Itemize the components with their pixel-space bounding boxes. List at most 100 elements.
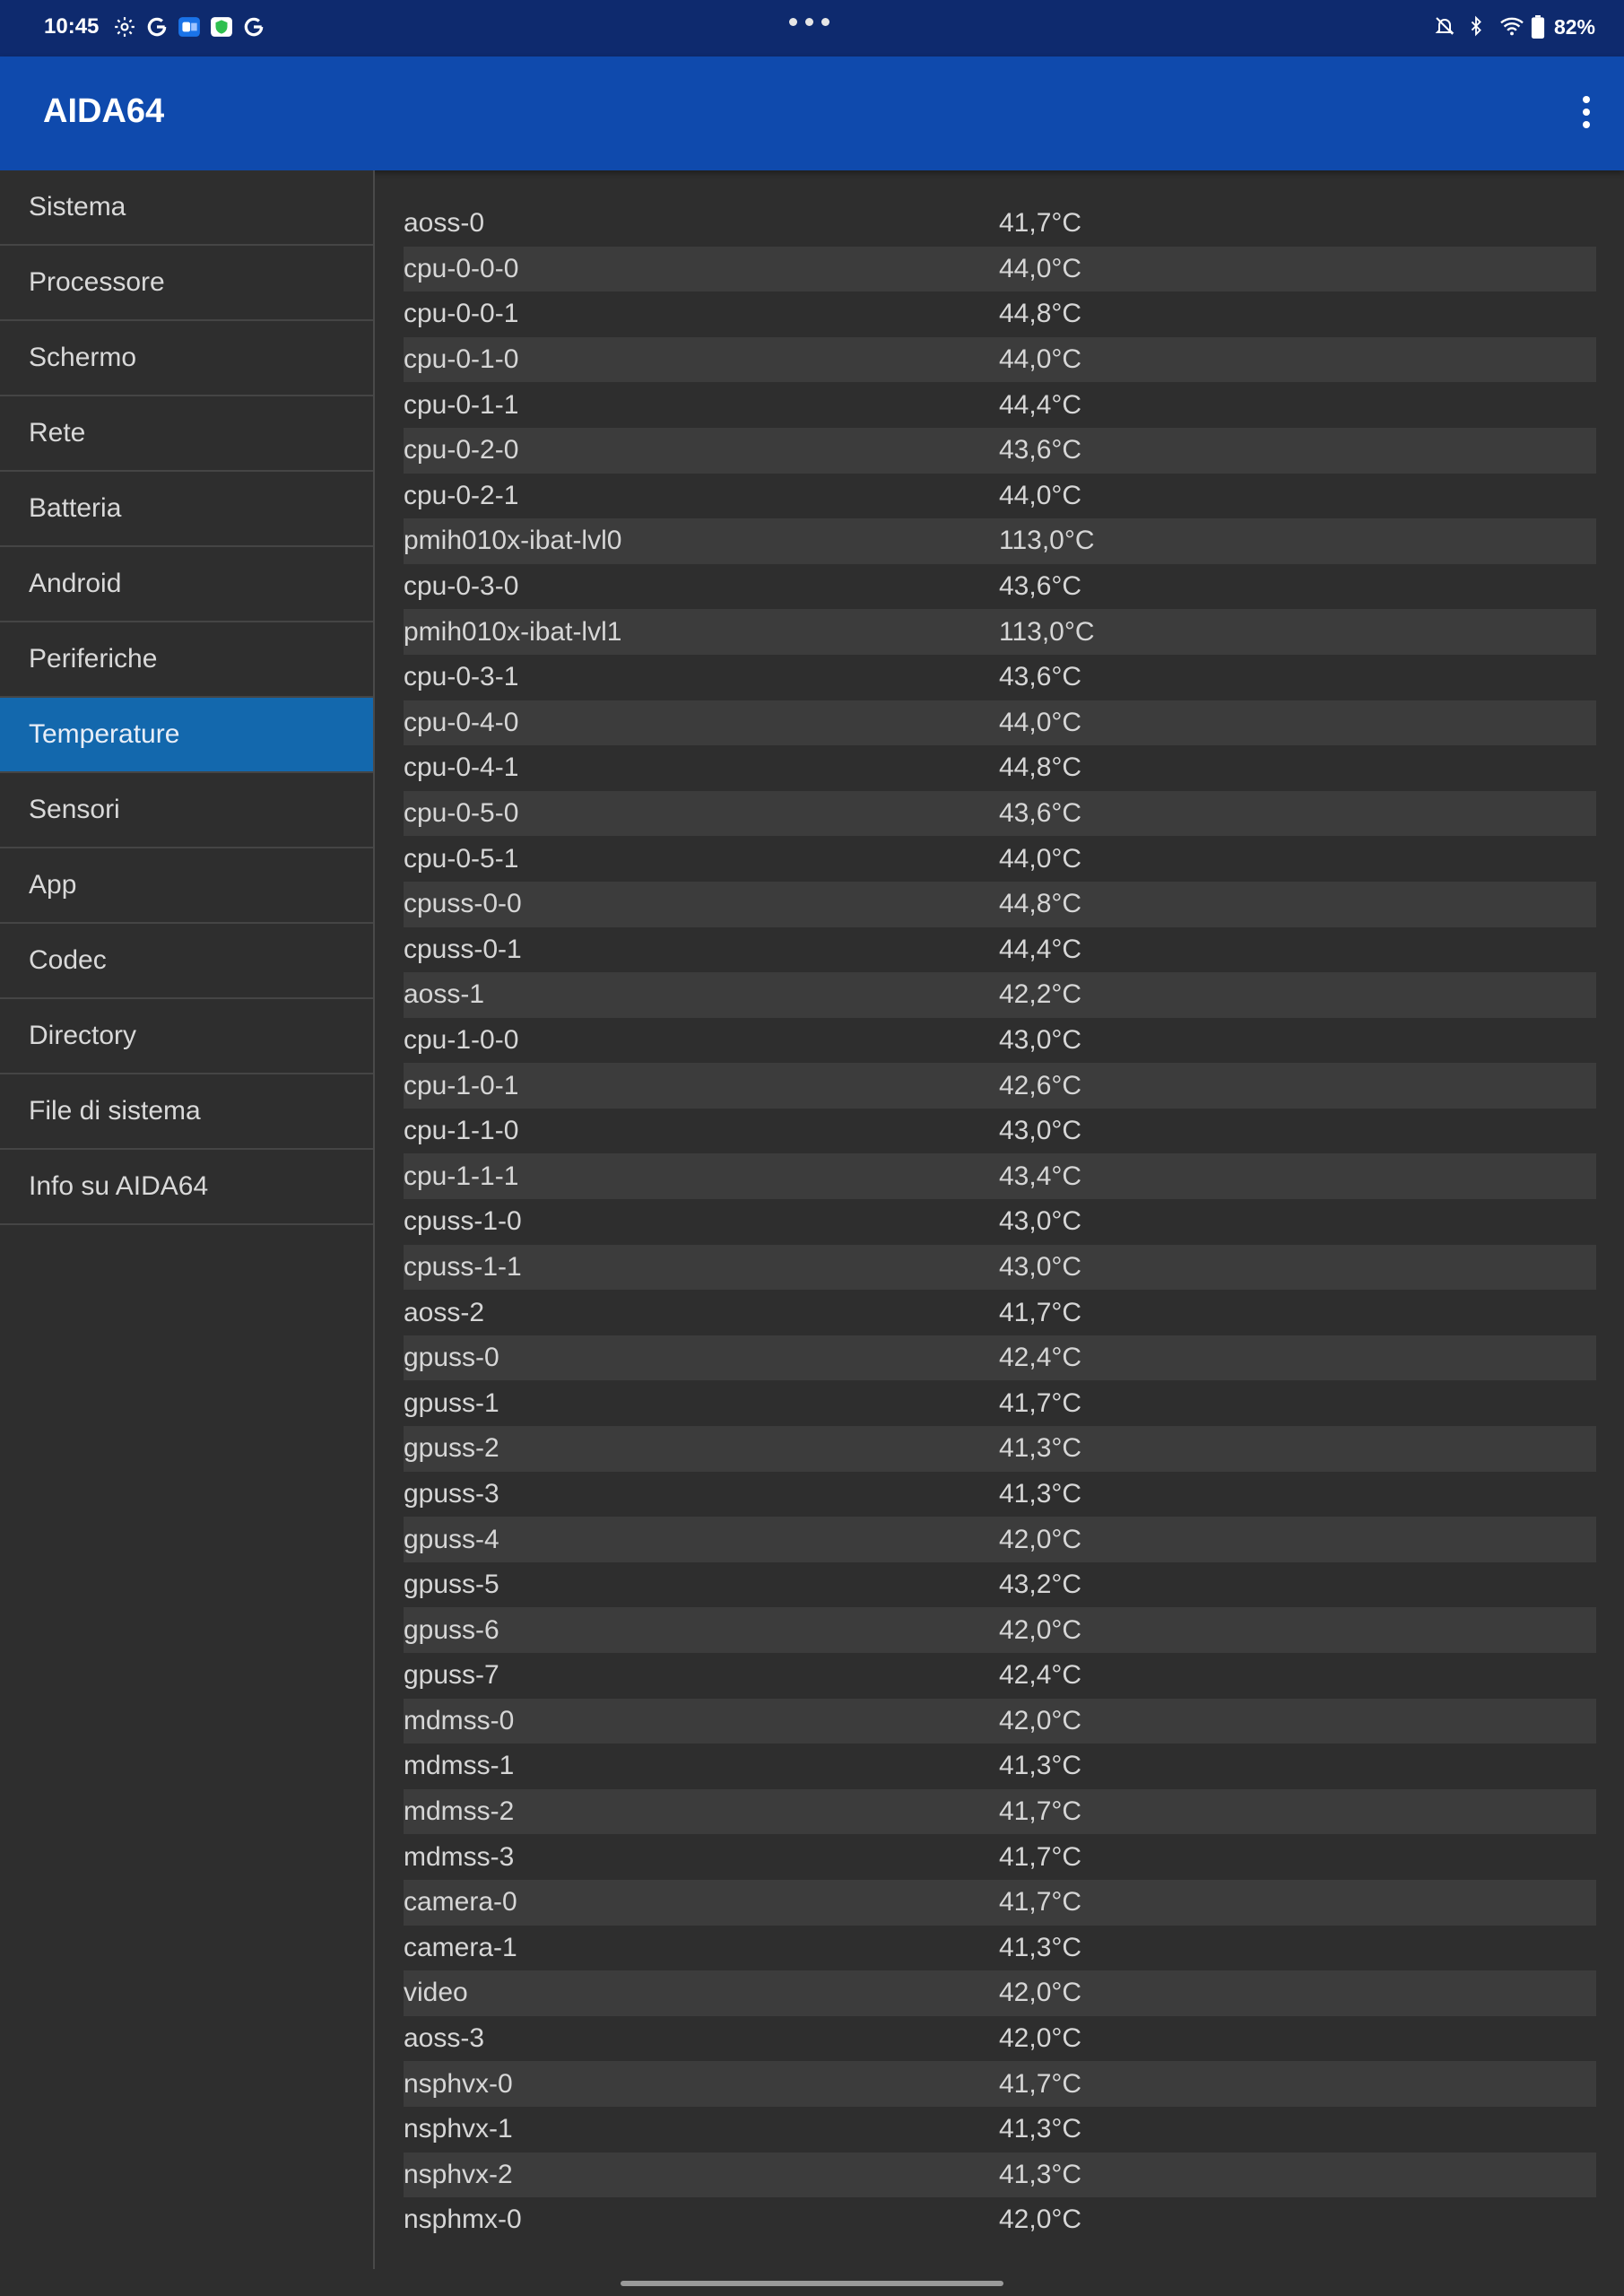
sensor-value: 41,3°C — [999, 1932, 1082, 1962]
sensor-name: mdmss-2 — [404, 1796, 515, 1827]
sensor-value: 44,0°C — [999, 344, 1082, 375]
sensor-name: cpu-1-1-0 — [404, 1116, 519, 1146]
sensor-name: cpu-0-0-1 — [404, 299, 519, 329]
sidebar: Sistema Processore Schermo Rete Batteria Andr… — [0, 170, 375, 2269]
sidebar-item-label: Directory — [29, 1021, 137, 1050]
sidebar-item-info-su-aida64[interactable]: Info su AIDA64 — [0, 1150, 373, 1225]
temperature-row: cpu-0-4-1 44,8°C — [404, 745, 1596, 791]
notification-icons — [113, 13, 265, 40]
temperature-row: camera-0 41,7°C — [404, 1879, 1596, 1926]
sidebar-item-label: Info su AIDA64 — [29, 1171, 209, 1201]
temperature-row: gpuss-7 42,4°C — [404, 1653, 1596, 1699]
sensor-name: gpuss-0 — [404, 1343, 499, 1373]
sensor-name: cpuss-0-0 — [404, 889, 522, 919]
temperature-row: cpu-1-1-0 43,0°C — [404, 1109, 1596, 1154]
temperature-row: cpuss-0-0 44,8°C — [404, 881, 1596, 927]
sensor-value: 42,4°C — [999, 1343, 1082, 1373]
sidebar-item-rete[interactable]: Rete — [0, 396, 373, 472]
temperature-row: cpu-1-0-1 42,6°C — [404, 1063, 1596, 1109]
sensor-value: 43,0°C — [999, 1024, 1082, 1055]
temperature-row: mdmss-0 42,0°C — [404, 1698, 1596, 1744]
sidebar-item-batteria[interactable]: Batteria — [0, 472, 373, 547]
sensor-name: pmih010x-ibat-lvl1 — [404, 616, 622, 647]
temperature-row: aoss-2 41,7°C — [404, 1290, 1596, 1335]
temperature-row: nsphvx-1 41,3°C — [404, 2107, 1596, 2152]
sensor-name: cpu-0-4-0 — [404, 707, 519, 737]
app-bar: AIDA64 — [0, 57, 1624, 170]
sidebar-item-app[interactable]: App — [0, 848, 373, 924]
temperature-row: mdmss-1 41,3°C — [404, 1744, 1596, 1789]
bluetooth-icon — [1466, 15, 1489, 39]
sidebar-item-label: Sistema — [29, 192, 126, 222]
shield-icon — [210, 15, 233, 39]
sensor-name: mdmss-1 — [404, 1751, 515, 1781]
sensor-value: 41,7°C — [999, 1841, 1082, 1872]
sensor-value: 43,0°C — [999, 1206, 1082, 1237]
sensor-name: cpu-0-1-0 — [404, 344, 519, 375]
sensor-name: cpu-0-2-1 — [404, 480, 519, 510]
temperature-row: cpu-0-3-0 43,6°C — [404, 564, 1596, 610]
sidebar-item-label: Batteria — [29, 493, 122, 523]
sidebar-item-label: Temperature — [29, 719, 180, 749]
temperature-row: video 42,0°C — [404, 1970, 1596, 2016]
bell-off-icon — [1434, 15, 1457, 39]
temperature-row: gpuss-5 43,2°C — [404, 1562, 1596, 1608]
temperature-row: cpuss-1-1 43,0°C — [404, 1244, 1596, 1291]
sensor-value: 42,0°C — [999, 1978, 1082, 2008]
sidebar-item-label: Schermo — [29, 343, 137, 372]
sensor-value: 41,7°C — [999, 1387, 1082, 1418]
sidebar-item-android[interactable]: Android — [0, 547, 373, 622]
sensor-value: 41,3°C — [999, 2159, 1082, 2189]
battery-level: 82% — [1553, 14, 1595, 39]
temperature-row: cpu-0-3-1 43,6°C — [404, 655, 1596, 700]
temperature-row: pmih010x-ibat-lvl0 113,0°C — [404, 518, 1596, 564]
sensor-value: 41,3°C — [999, 1751, 1082, 1781]
sidebar-item-processore[interactable]: Processore — [0, 246, 373, 321]
status-time: 10:45 — [44, 14, 100, 39]
sidebar-item-periferiche[interactable]: Periferiche — [0, 622, 373, 698]
temperature-row: nsphvx-2 41,3°C — [404, 2152, 1596, 2198]
temperature-row: cpuss-0-1 44,4°C — [404, 927, 1596, 973]
sidebar-item-temperature[interactable]: Temperature — [0, 698, 373, 773]
google-icon — [242, 15, 265, 39]
overflow-menu-button[interactable] — [1558, 83, 1615, 141]
sensor-value: 41,7°C — [999, 1887, 1082, 1918]
sensor-name: cpu-0-1-1 — [404, 389, 519, 420]
sensor-value: 41,3°C — [999, 1478, 1082, 1509]
temperature-row: mdmss-3 41,7°C — [404, 1834, 1596, 1880]
sensor-name: cpu-0-4-1 — [404, 752, 519, 783]
sensor-name: mdmss-3 — [404, 1841, 515, 1872]
sensor-name: pmih010x-ibat-lvl0 — [404, 526, 622, 556]
sensor-value: 41,7°C — [999, 208, 1082, 239]
sensor-value: 43,4°C — [999, 1161, 1082, 1191]
sidebar-item-sensori[interactable]: Sensori — [0, 773, 373, 848]
sensor-name: camera-0 — [404, 1887, 517, 1918]
sidebar-item-file-di-sistema[interactable]: File di sistema — [0, 1074, 373, 1150]
sidebar-item-directory[interactable]: Directory — [0, 999, 373, 1074]
sidebar-item-sistema[interactable]: Sistema — [0, 170, 373, 246]
temperature-row: pmih010x-ibat-lvl1 113,0°C — [404, 609, 1596, 655]
sensor-value: 43,0°C — [999, 1116, 1082, 1146]
more-vert-icon — [1583, 96, 1590, 103]
sensor-value: 44,8°C — [999, 889, 1082, 919]
temperature-row: cpu-0-4-0 44,0°C — [404, 700, 1596, 746]
sensor-value: 44,0°C — [999, 480, 1082, 510]
sidebar-item-label: Processore — [29, 267, 165, 297]
sidebar-item-schermo[interactable]: Schermo — [0, 321, 373, 396]
sensor-name: gpuss-7 — [404, 1660, 499, 1691]
sensor-name: nsphvx-1 — [404, 2114, 513, 2144]
settings-icon — [113, 15, 136, 39]
sidebar-item-label: Periferiche — [29, 644, 158, 674]
temperature-row: cpu-0-2-1 44,0°C — [404, 474, 1596, 519]
temperature-row: cpu-0-2-0 43,6°C — [404, 427, 1596, 474]
sensor-name: aoss-3 — [404, 2023, 485, 2054]
sensor-value: 42,4°C — [999, 1660, 1082, 1691]
sensor-name: nsphmx-0 — [404, 2205, 522, 2235]
sensor-name: cpu-0-5-0 — [404, 798, 519, 829]
sidebar-item-codec[interactable]: Codec — [0, 924, 373, 999]
sensor-name: cpu-1-0-0 — [404, 1024, 519, 1055]
sensor-value: 43,6°C — [999, 571, 1082, 602]
home-indicator[interactable] — [621, 2281, 1003, 2286]
sensor-name: nsphvx-0 — [404, 2068, 513, 2099]
sensor-name: mdmss-0 — [404, 1705, 515, 1735]
